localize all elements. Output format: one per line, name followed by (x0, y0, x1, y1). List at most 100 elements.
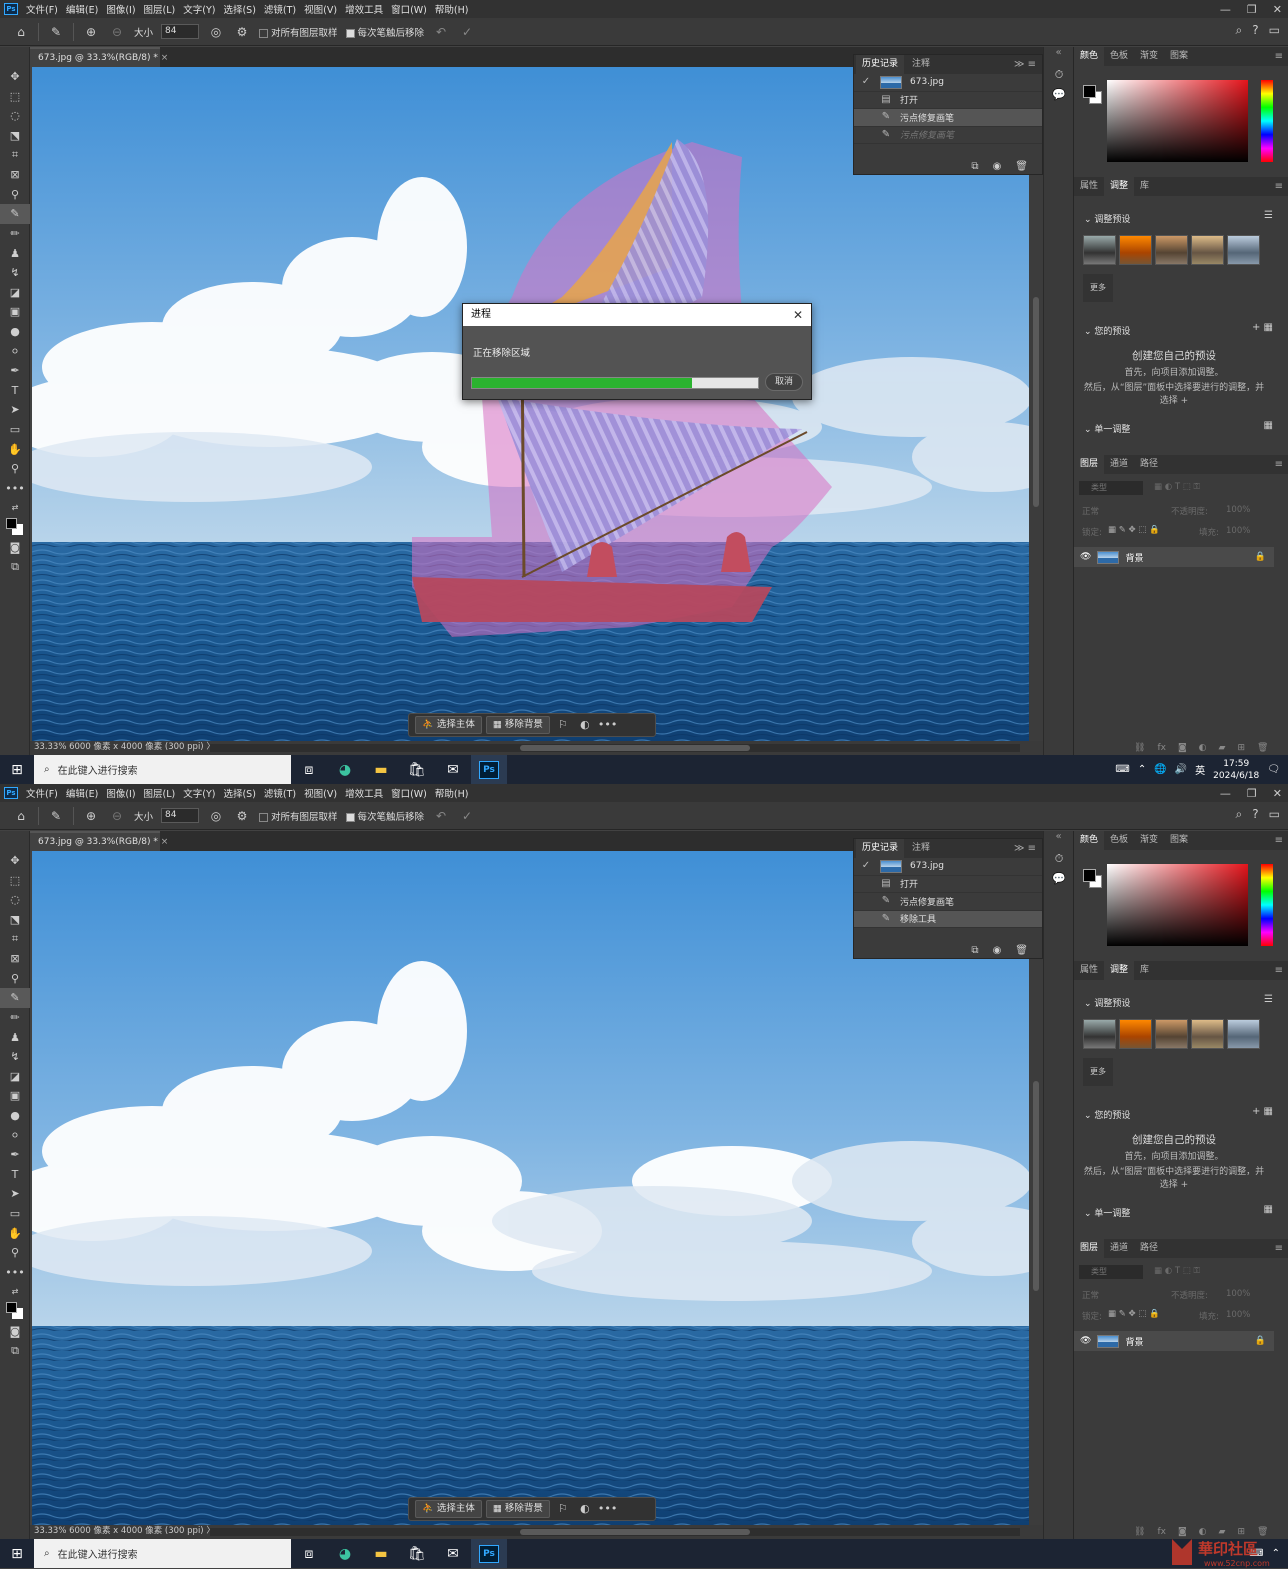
menu-layer[interactable]: 图层(L) (140, 786, 180, 800)
panel-menu-icon[interactable]: ≡ (1275, 831, 1283, 850)
screen-mode-icon[interactable]: ⧉ (0, 1341, 30, 1361)
windows-start-icon[interactable]: ⊞ (0, 755, 34, 784)
menu-view[interactable]: 视图(V) (300, 786, 341, 800)
swap-colors-icon[interactable]: ⇄ (0, 498, 30, 518)
eye-icon[interactable]: 👁 (1080, 552, 1091, 562)
photoshop-taskbar-icon[interactable]: Ps (471, 755, 507, 784)
task-view-icon[interactable]: ⧈ (291, 755, 327, 784)
single-adjust-heading[interactable]: ⌄ 单一调整 (1084, 1206, 1130, 1219)
healing-brush-tool-icon[interactable]: ✎ (0, 204, 30, 224)
workspace-icon[interactable]: ▭ (1269, 807, 1280, 822)
hue-slider[interactable] (1261, 864, 1273, 946)
more-options-icon[interactable]: ••• (598, 716, 617, 734)
flag-icon[interactable]: ⚐ (554, 1500, 572, 1518)
gradient-tool-icon[interactable]: ▣ (0, 302, 30, 322)
fx-icon[interactable]: fx (1157, 743, 1166, 753)
tab-paths[interactable]: 路径 (1134, 1239, 1164, 1258)
new-document-from-state-icon[interactable]: ⧉ (971, 161, 978, 172)
restore-button[interactable]: ❐ (1247, 3, 1257, 16)
history-state[interactable]: ✎ 污点修复画笔 (854, 109, 1042, 127)
volume-icon[interactable]: 🔊 (1175, 764, 1187, 775)
quick-mask-icon[interactable]: ◙ (0, 537, 30, 557)
keyboard-icon[interactable]: ⌨ (1115, 764, 1129, 775)
list-view-icon[interactable]: ☰ (1264, 994, 1273, 1005)
history-snapshot[interactable]: ✓ 673.jpg (854, 74, 1042, 92)
photoshop-taskbar-icon[interactable]: Ps (471, 1539, 507, 1568)
help-icon[interactable]: ? (1252, 23, 1258, 38)
preset-thumbnail[interactable] (1083, 1019, 1116, 1049)
frame-tool-icon[interactable]: ⊠ (0, 165, 30, 185)
gear-icon[interactable]: ⚙ (233, 23, 251, 41)
mask-icon[interactable]: ◙ (1178, 743, 1187, 753)
color-swatches-icon[interactable] (0, 1302, 30, 1322)
remove-background-button[interactable]: ▦ 移除背景 (485, 1500, 550, 1518)
fill-input[interactable]: 100% (1226, 526, 1250, 536)
brush-tool-icon[interactable]: ✏ (0, 1008, 30, 1028)
tab-notes[interactable]: 注释 (906, 839, 936, 858)
blur-tool-icon[interactable]: ● (0, 322, 30, 342)
tab-color[interactable]: 颜色 (1074, 47, 1105, 66)
tab-swatches[interactable]: 色板 (1104, 831, 1134, 850)
pen-tool-icon[interactable]: ✒ (0, 1145, 30, 1165)
close-button[interactable]: ✕ (1273, 787, 1282, 800)
minimize-button[interactable]: — (1220, 787, 1231, 800)
zoom-tool-icon[interactable]: ⚲ (0, 459, 30, 479)
crop-tool-icon[interactable]: ⌗ (0, 929, 30, 949)
screen-mode-icon[interactable]: ⧉ (0, 557, 30, 577)
ime-indicator[interactable]: 英 (1195, 762, 1205, 777)
tab-libraries[interactable]: 库 (1134, 961, 1155, 980)
adjustment-layer-icon[interactable]: ◐ (1199, 743, 1207, 753)
mail-icon[interactable]: ✉ (435, 1539, 471, 1568)
more-tools-icon[interactable]: ••• (0, 1262, 30, 1282)
menu-plugins[interactable]: 增效工具 (341, 2, 387, 16)
tab-properties[interactable]: 属性 (1074, 177, 1104, 196)
blend-mode-select[interactable]: 正常 (1082, 505, 1099, 517)
flag-icon[interactable]: ⚐ (554, 716, 572, 734)
preset-thumbnail[interactable] (1227, 235, 1260, 265)
dodge-tool-icon[interactable]: ⚪ (0, 1125, 30, 1145)
tab-adjustments[interactable]: 调整 (1104, 961, 1135, 980)
swap-colors-icon[interactable]: ⇄ (0, 1282, 30, 1302)
your-presets-heading[interactable]: ⌄ 您的预设 (1084, 1108, 1130, 1121)
history-brush-tool-icon[interactable]: ↯ (0, 263, 30, 283)
remove-after-stroke-checkbox[interactable]: 每次笔触后移除 (345, 809, 424, 823)
lasso-tool-icon[interactable]: ◌ (0, 890, 30, 910)
history-brush-source-icon[interactable]: ✓ (860, 860, 872, 872)
menu-edit[interactable]: 编辑(E) (62, 2, 102, 16)
tab-channels[interactable]: 通道 (1104, 1239, 1134, 1258)
tab-adjustments[interactable]: 调整 (1104, 177, 1135, 196)
remove-background-button[interactable]: ▦ 移除背景 (485, 716, 550, 734)
undo-icon[interactable]: ↶ (432, 807, 450, 825)
trash-icon[interactable]: 🗑 (1015, 945, 1028, 956)
preset-thumbnail[interactable] (1155, 1019, 1188, 1049)
sample-all-layers-checkbox[interactable]: 对所有图层取样 (259, 25, 338, 39)
path-selection-tool-icon[interactable]: ➤ (0, 400, 30, 420)
eyedropper-tool-icon[interactable]: ⚲ (0, 185, 30, 205)
home-icon[interactable]: ⌂ (12, 23, 30, 41)
menu-plugins[interactable]: 增效工具 (341, 786, 387, 800)
opacity-input[interactable]: 100% (1226, 505, 1250, 515)
size-input[interactable]: 84 (161, 24, 200, 39)
contrast-icon[interactable]: ◐ (576, 1500, 594, 1518)
tab-layers[interactable]: 图层 (1074, 455, 1105, 474)
edge-browser-icon[interactable]: ◕ (327, 755, 363, 784)
confirm-icon[interactable]: ✓ (458, 807, 476, 825)
grid-view-icon[interactable]: ▦ (1264, 420, 1273, 431)
lasso-tool-icon[interactable]: ◌ (0, 106, 30, 126)
comments-icon[interactable]: 💬 (1044, 869, 1074, 889)
link-icon[interactable]: ⛓ (1134, 1527, 1145, 1537)
rectangle-tool-icon[interactable]: ▭ (0, 420, 30, 440)
menu-window[interactable]: 窗口(W) (387, 786, 431, 800)
menu-image[interactable]: 图像(I) (102, 786, 139, 800)
tab-history[interactable]: 历史记录 (856, 839, 905, 858)
horizontal-scrollbar[interactable] (210, 744, 1020, 752)
menu-filter[interactable]: 滤镜(T) (260, 786, 300, 800)
contrast-icon[interactable]: ◐ (576, 716, 594, 734)
document-tab[interactable]: 673.jpg @ 33.3%(RGB/8) * × (30, 831, 168, 851)
group-icon[interactable]: ▰ (1219, 743, 1226, 753)
help-icon[interactable]: ? (1252, 807, 1258, 822)
preset-thumbnail[interactable] (1191, 1019, 1224, 1049)
windows-start-icon[interactable]: ⊞ (0, 1539, 34, 1568)
document-tab[interactable]: 673.jpg @ 33.3%(RGB/8) * × (30, 47, 168, 67)
history-state[interactable]: ▤ 打开 (854, 92, 1042, 109)
